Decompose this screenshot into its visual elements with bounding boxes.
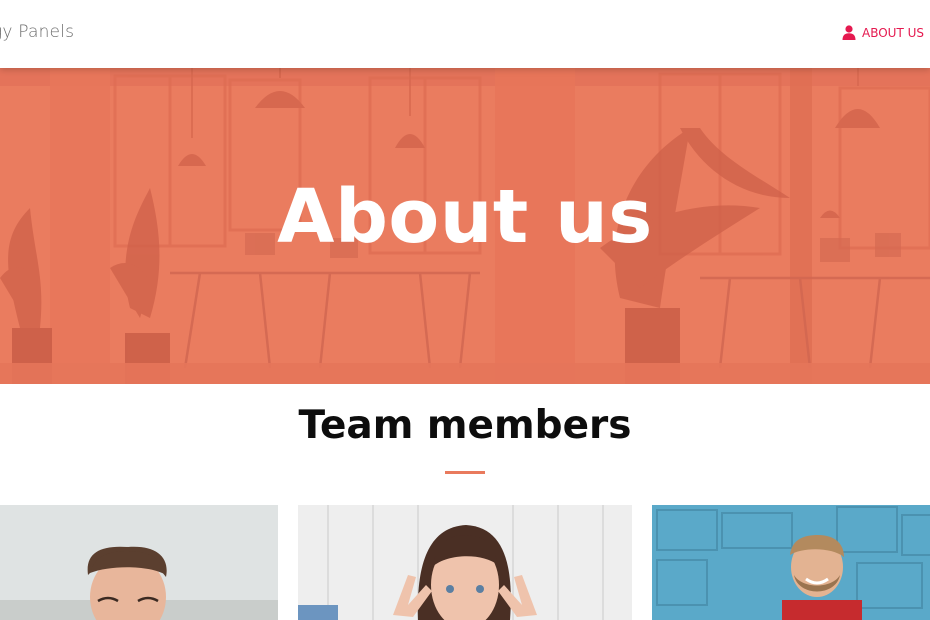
nav-link-label: ABOUT US <box>861 25 924 40</box>
user-icon <box>842 25 856 40</box>
section-divider <box>445 471 485 474</box>
hero-banner: About us <box>0 68 930 384</box>
team-member-card[interactable] <box>652 505 930 620</box>
team-member-photo <box>652 505 930 620</box>
section-title-team: Team members <box>298 403 632 448</box>
nav-link-about-us[interactable]: ABOUT US <box>842 25 924 40</box>
brand-logo-text[interactable]: gy Panels <box>0 22 74 42</box>
team-member-photo <box>298 505 632 620</box>
team-member-card[interactable] <box>298 505 632 620</box>
navbar: gy Panels ABOUT US <box>0 0 930 68</box>
team-member-photo <box>0 505 278 620</box>
team-member-card[interactable] <box>0 505 278 620</box>
hero-title: About us <box>277 174 653 260</box>
